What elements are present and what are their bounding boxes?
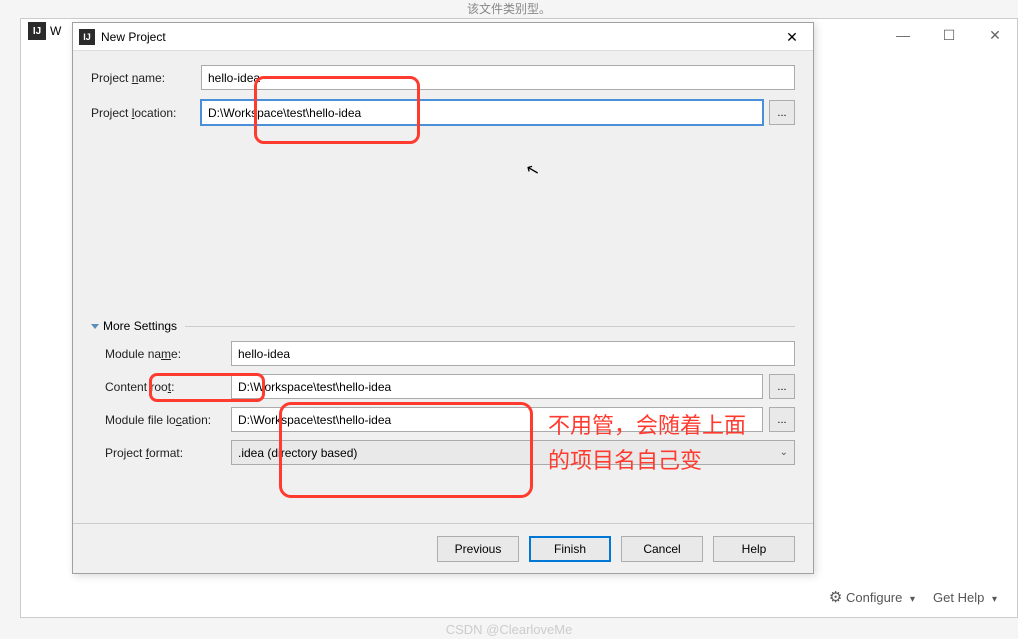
outer-window-title: W: [50, 24, 61, 38]
welcome-bottom-bar: ⚙ Configure ▾ Get Help ▾: [21, 577, 1017, 617]
project-format-select[interactable]: .idea (directory based) ⌄: [231, 440, 795, 465]
chevron-down-icon: ▾: [910, 594, 915, 605]
intellij-icon: IJ: [79, 29, 95, 45]
module-name-label: Module name:: [91, 347, 231, 361]
content-root-input[interactable]: [231, 374, 763, 399]
chevron-down-icon: ▾: [992, 594, 997, 605]
watermark: CSDN @ClearloveMe: [446, 622, 573, 637]
project-location-label: Project location:: [91, 106, 201, 120]
module-file-location-label: Module file location:: [91, 413, 231, 427]
dialog-close-button[interactable]: ✕: [771, 23, 813, 51]
previous-button[interactable]: Previous: [437, 536, 519, 562]
configure-menu[interactable]: ⚙ Configure ▾: [829, 588, 915, 606]
content-root-label: Content root:: [91, 380, 231, 394]
expand-triangle-icon[interactable]: [91, 324, 99, 329]
dialog-titlebar[interactable]: IJ New Project ✕: [73, 23, 813, 51]
dialog-title: New Project: [101, 30, 166, 44]
browse-module-file-button[interactable]: ...: [769, 407, 795, 432]
module-file-location-input[interactable]: [231, 407, 763, 432]
module-name-input[interactable]: [231, 341, 795, 366]
maximize-button[interactable]: ☐: [926, 20, 972, 50]
project-format-label: Project format:: [91, 446, 231, 460]
gear-icon: ⚙: [829, 589, 842, 606]
minimize-button[interactable]: —: [880, 20, 926, 50]
help-button[interactable]: Help: [713, 536, 795, 562]
browse-content-root-button[interactable]: ...: [769, 374, 795, 399]
more-settings-label[interactable]: More Settings: [103, 319, 177, 333]
dialog-button-bar: Previous Finish Cancel Help: [73, 523, 813, 573]
chevron-down-icon: ⌄: [780, 447, 788, 458]
get-help-menu[interactable]: Get Help ▾: [933, 590, 997, 605]
finish-button[interactable]: Finish: [529, 536, 611, 562]
new-project-dialog: IJ New Project ✕ Project name: Project l…: [72, 22, 814, 574]
divider: [185, 326, 795, 327]
close-button[interactable]: ✕: [972, 20, 1018, 50]
browse-location-button[interactable]: ...: [769, 100, 795, 125]
project-name-label: Project name:: [91, 71, 201, 85]
cancel-button[interactable]: Cancel: [621, 536, 703, 562]
intellij-icon: IJ: [28, 22, 46, 40]
project-location-input[interactable]: [201, 100, 763, 125]
top-partial-text: 该文件类别型。: [467, 0, 551, 17]
project-name-input[interactable]: [201, 65, 795, 90]
